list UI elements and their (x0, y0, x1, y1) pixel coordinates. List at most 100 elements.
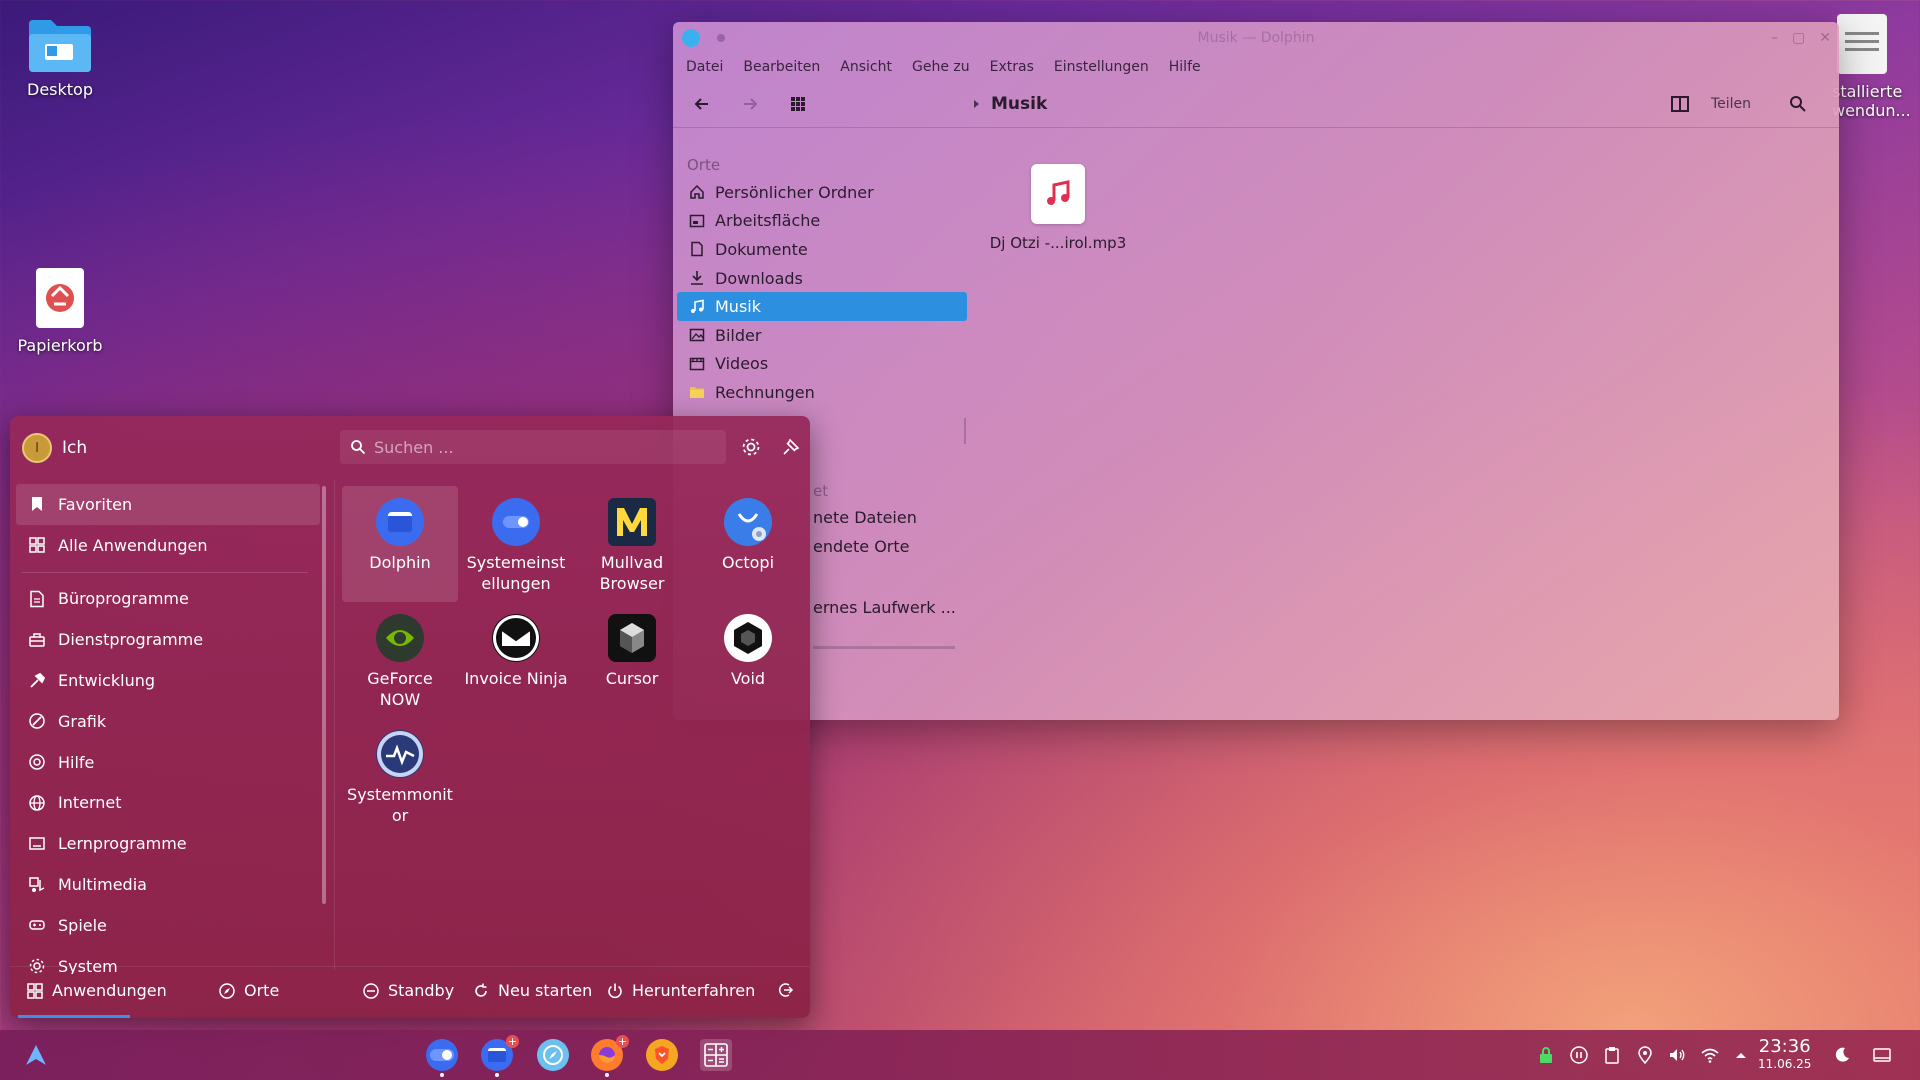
restart-button[interactable]: Neu starten (472, 981, 592, 1000)
back-button[interactable] (685, 87, 719, 121)
taskbar-firefox[interactable]: + (591, 1035, 629, 1077)
button-label: Standby (388, 981, 455, 1000)
clipboard-icon[interactable] (1602, 1045, 1622, 1065)
app-system-settings[interactable]: Systemeinst ellungen (458, 486, 574, 602)
app-label: GeForce NOW (367, 669, 433, 709)
chevron-up-icon[interactable] (1731, 1045, 1751, 1065)
menu-hilfe[interactable]: Hilfe (1169, 59, 1201, 75)
breadcrumb[interactable]: Musik (973, 94, 1047, 114)
shutdown-button[interactable]: Herunterfahren (606, 981, 755, 1000)
menu-extras[interactable]: Extras (990, 59, 1034, 75)
place-label: Persönlicher Ordner (715, 182, 874, 202)
category-multimedia[interactable]: Multimedia (16, 864, 320, 905)
place-recent-files-partial[interactable]: nete Dateien (813, 508, 917, 527)
taskbar-dolphin[interactable]: + (481, 1035, 519, 1077)
forward-button[interactable] (733, 87, 767, 121)
file-item[interactable]: Dj Otzi -...irol.mp3 (978, 164, 1138, 252)
games-icon (29, 920, 45, 931)
category-internet[interactable]: Internet (16, 783, 320, 824)
desktop-icon-label: stallierte wendun... (1832, 82, 1911, 120)
session-menu-button[interactable] (776, 981, 794, 999)
show-desktop-icon[interactable] (1872, 1045, 1892, 1065)
media-pause-icon[interactable] (1569, 1045, 1589, 1065)
category-label: Entwicklung (58, 671, 155, 691)
void-icon (724, 614, 772, 662)
desktop-icon (689, 214, 705, 228)
category-games[interactable]: Spiele (16, 905, 320, 946)
arrow-right-icon (744, 97, 758, 110)
app-system-monitor[interactable]: Systemmonit or (342, 718, 458, 834)
night-mode-icon[interactable] (1832, 1045, 1852, 1065)
menu-gehe-zu[interactable]: Gehe zu (912, 59, 970, 75)
titlebar[interactable]: Musik — Dolphin – ▢ ✕ (673, 22, 1839, 54)
launcher-button[interactable] (20, 1039, 52, 1071)
category-help[interactable]: Hilfe (16, 742, 320, 783)
volume-icon[interactable] (1667, 1045, 1687, 1065)
taskbar-system-settings[interactable] (426, 1039, 458, 1077)
place-recent-locations-partial[interactable]: endete Orte (813, 537, 909, 556)
place-home[interactable]: Persönlicher Ordner (677, 178, 967, 207)
desktop-trash[interactable]: Papierkorb (10, 266, 110, 355)
place-downloads[interactable]: Downloads (677, 264, 967, 293)
app-dolphin[interactable]: Dolphin (342, 486, 458, 602)
grid-icon (29, 537, 45, 553)
menu-ansicht[interactable]: Ansicht (840, 59, 892, 75)
chevron-right-icon (974, 100, 979, 108)
office-icon (30, 590, 44, 608)
split-view-icon[interactable] (1670, 95, 1689, 112)
category-scrollbar[interactable] (322, 486, 326, 904)
standby-button[interactable]: Standby (362, 981, 454, 1000)
menu-datei[interactable]: Datei (686, 59, 723, 75)
tab-applications[interactable]: Anwendungen (26, 981, 167, 1000)
taskbar-browser[interactable] (537, 1039, 569, 1071)
octopi-icon (724, 498, 772, 546)
place-external-drive-partial[interactable]: ernes Laufwerk ... (813, 598, 956, 617)
user-name[interactable]: Ich (62, 438, 87, 458)
lock-icon[interactable] (1536, 1045, 1556, 1065)
location-icon[interactable] (1635, 1045, 1655, 1065)
menu-einstellungen[interactable]: Einstellungen (1054, 59, 1149, 75)
gear-icon[interactable] (740, 436, 762, 458)
taskbar-calculator[interactable] (700, 1039, 732, 1071)
place-music[interactable]: Musik (677, 292, 967, 321)
image-icon (689, 329, 705, 342)
dolphin-icon (488, 1048, 506, 1062)
pin-icon[interactable] (780, 436, 802, 458)
app-mullvad-browser[interactable]: Mullvad Browser (574, 486, 690, 602)
place-videos[interactable]: Videos (677, 350, 967, 379)
search-field[interactable] (340, 430, 726, 464)
view-mode-button[interactable] (781, 87, 815, 121)
app-invoice-ninja[interactable]: Invoice Ninja (458, 602, 574, 718)
category-education[interactable]: Lernprogramme (16, 823, 320, 864)
breadcrumb-current[interactable]: Musik (991, 94, 1047, 114)
app-cursor[interactable]: Cursor (574, 602, 690, 718)
place-desktop[interactable]: Arbeitsfläche (677, 207, 967, 236)
place-documents[interactable]: Dokumente (677, 235, 967, 264)
tab-places[interactable]: Orte (218, 981, 279, 1000)
desktop-folder[interactable]: Desktop (10, 16, 110, 99)
download-icon (691, 271, 703, 285)
taskbar-brave[interactable] (646, 1039, 678, 1071)
category-development[interactable]: Entwicklung (16, 660, 320, 701)
avatar[interactable]: I (22, 433, 52, 463)
clock[interactable]: 23:36 11.06.25 (1758, 1036, 1811, 1071)
category-all-apps[interactable]: Alle Anwendungen (16, 525, 320, 566)
app-void[interactable]: Void (690, 602, 806, 718)
category-office[interactable]: Büroprogramme (16, 579, 320, 620)
share-button[interactable]: Teilen (1711, 96, 1751, 112)
wifi-icon[interactable] (1700, 1045, 1720, 1065)
app-octopi[interactable]: Octopi (690, 486, 806, 602)
category-utilities[interactable]: Dienstprogramme (16, 619, 320, 660)
button-label: Herunterfahren (632, 981, 756, 1000)
category-graphics[interactable]: Grafik (16, 701, 320, 742)
place-invoices[interactable]: Rechnungen (677, 378, 967, 407)
category-favorites[interactable]: Favoriten (16, 484, 320, 525)
menu-bearbeiten[interactable]: Bearbeiten (743, 59, 820, 75)
place-pictures[interactable]: Bilder (677, 321, 967, 350)
dolphin-window[interactable]: Musik — Dolphin – ▢ ✕ Datei Bearbeiten A… (673, 22, 1839, 720)
music-icon (691, 299, 704, 313)
search-icon[interactable] (1789, 95, 1807, 113)
search-input[interactable] (374, 437, 704, 457)
places-divider[interactable] (964, 418, 966, 444)
app-geforce-now[interactable]: GeForce NOW (342, 602, 458, 718)
